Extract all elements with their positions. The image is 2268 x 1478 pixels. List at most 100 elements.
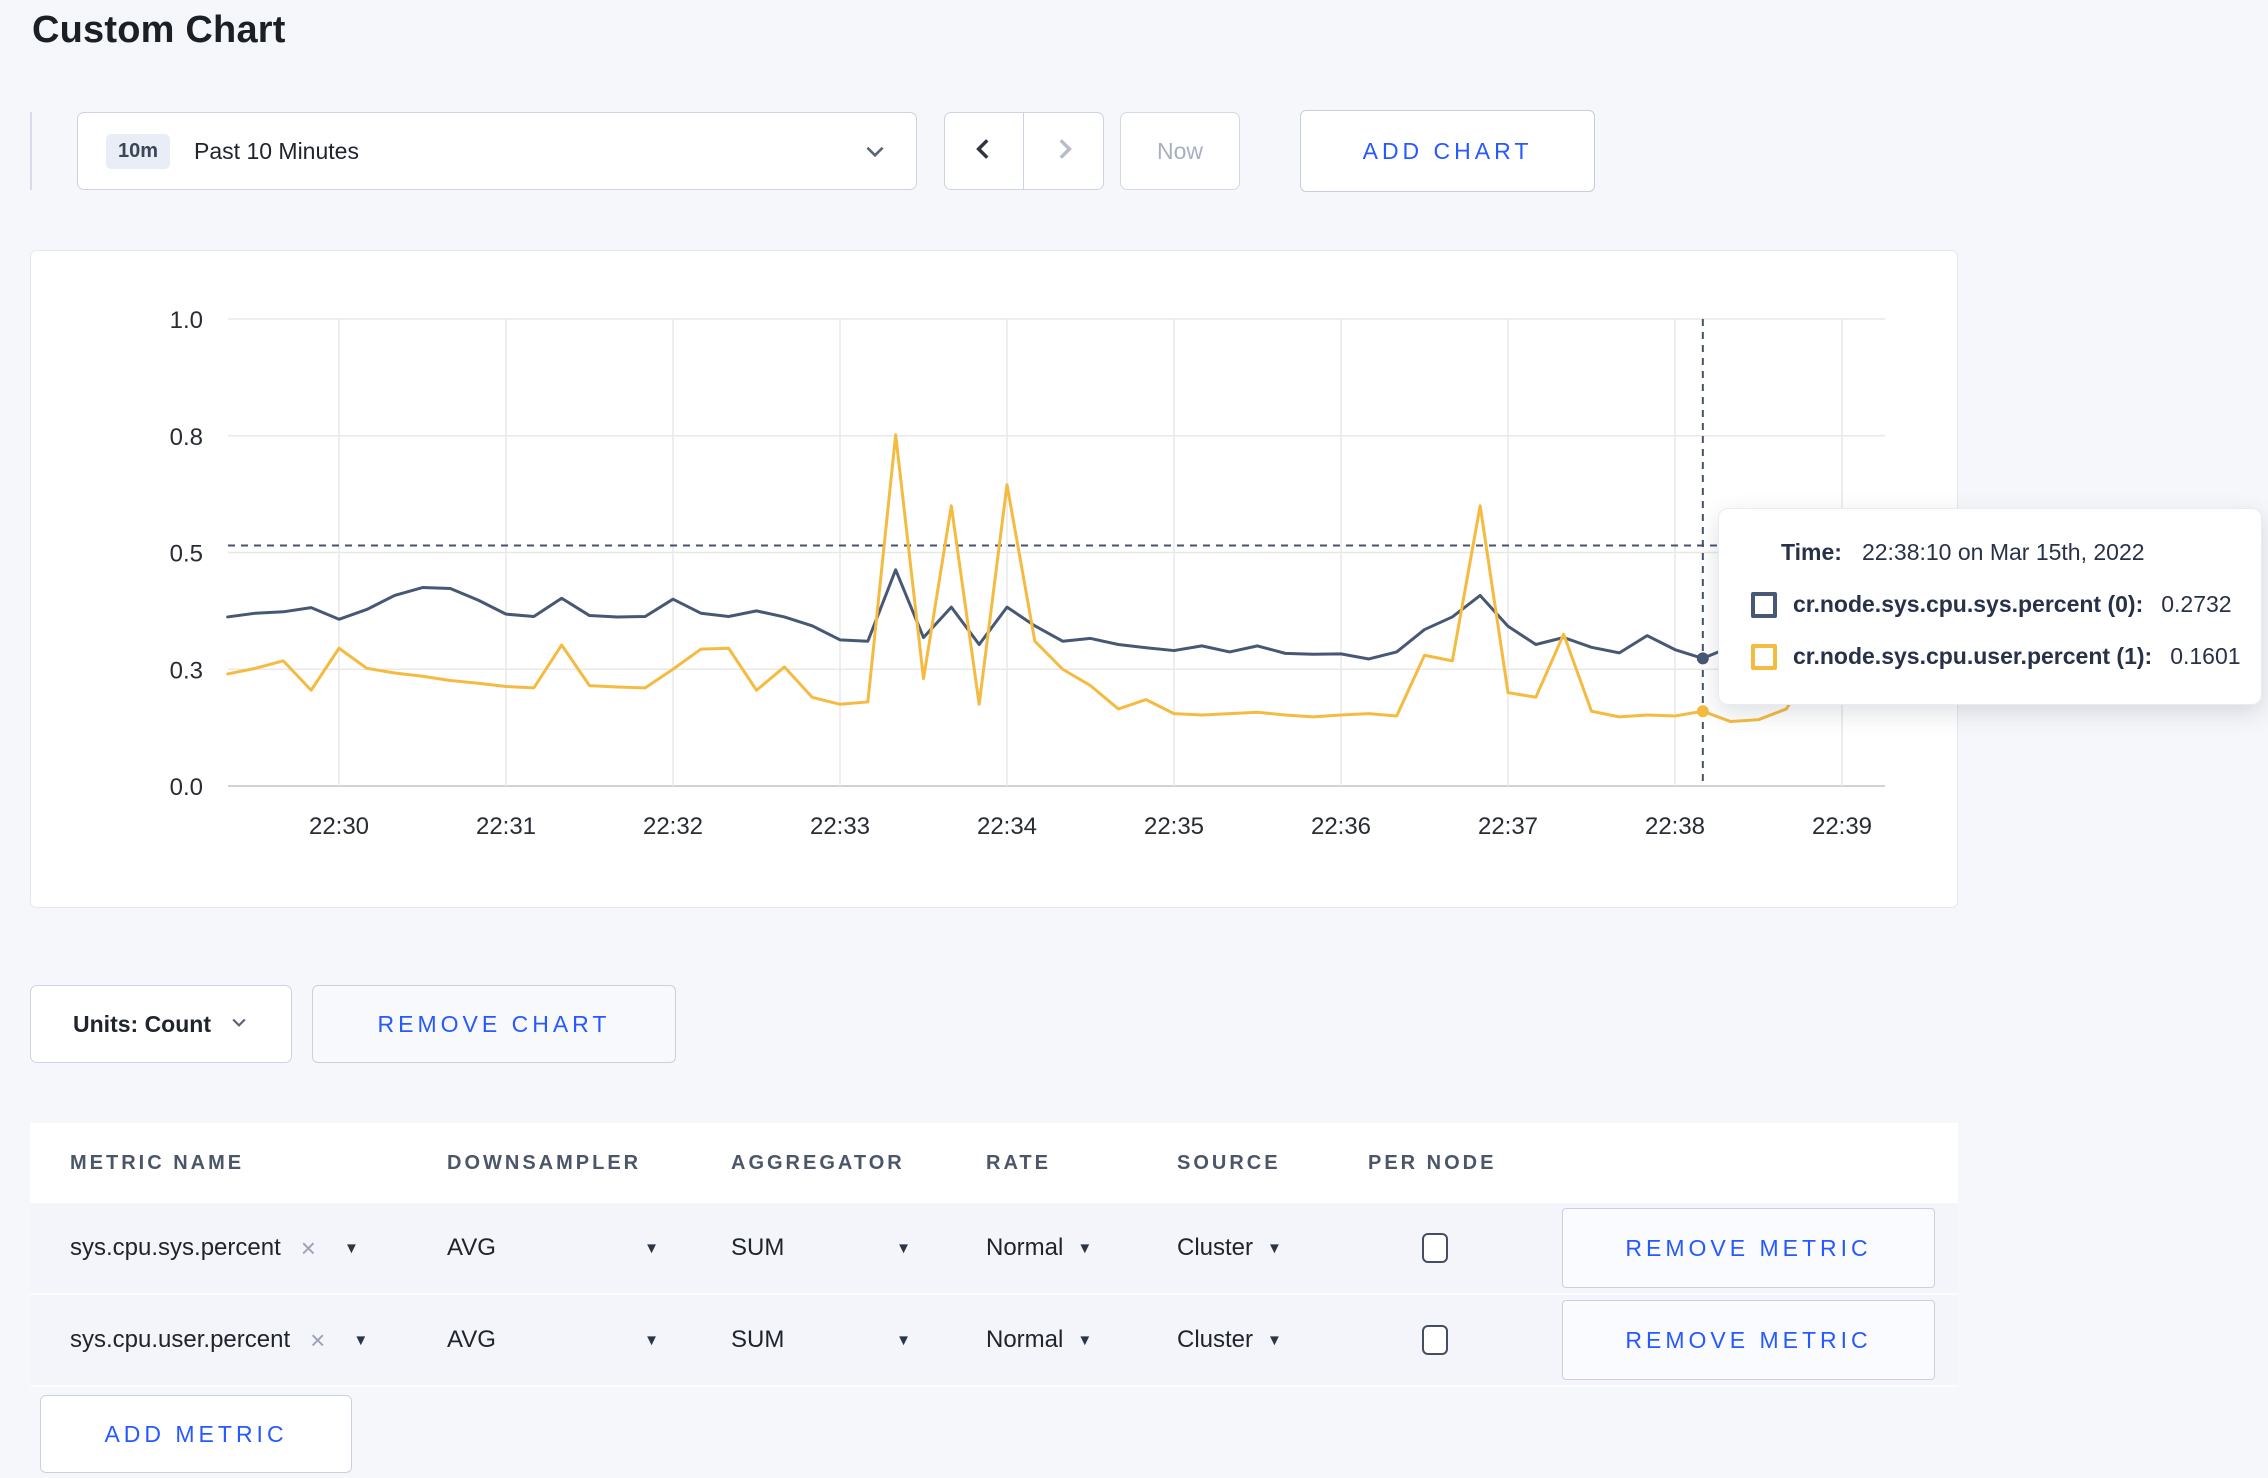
aggregator-select[interactable]: SUM ▼: [731, 1326, 911, 1354]
time-nav-group: [944, 112, 1104, 190]
metric-row: sys.cpu.sys.percent × ▼ AVG ▼ SUM ▼ Norm…: [30, 1203, 1958, 1295]
aggregator-value: SUM: [731, 1326, 785, 1353]
svg-text:22:38: 22:38: [1645, 813, 1705, 840]
svg-text:22:32: 22:32: [643, 813, 703, 840]
svg-text:22:31: 22:31: [476, 813, 536, 840]
caret-down-icon: ▼: [896, 1331, 911, 1349]
toolbar-divider: [30, 112, 32, 190]
tooltip-series-name: cr.node.sys.cpu.sys.percent (0):: [1793, 591, 2144, 617]
tooltip-series-value: 0.1601: [2170, 643, 2241, 669]
tooltip-time-label: Time:: [1781, 539, 1842, 565]
source-value: Cluster: [1177, 1234, 1254, 1261]
rate-value: Normal: [986, 1234, 1064, 1261]
svg-text:22:33: 22:33: [810, 813, 870, 840]
downsampler-select[interactable]: AVG ▼: [447, 1234, 659, 1262]
tooltip-time-value: 22:38:10 on Mar 15th, 2022: [1861, 539, 2145, 565]
metrics-table: METRIC NAME DOWNSAMPLER AGGREGATOR RATE …: [30, 1123, 1958, 1473]
svg-text:22:37: 22:37: [1478, 813, 1538, 840]
svg-text:22:36: 22:36: [1311, 813, 1371, 840]
svg-text:0.3: 0.3: [170, 657, 203, 684]
remove-chart-button[interactable]: REMOVE CHART: [312, 985, 676, 1063]
col-header-aggregator: AGGREGATOR: [731, 1151, 905, 1174]
caret-down-icon: ▼: [353, 1331, 369, 1349]
caret-down-icon: ▼: [896, 1239, 911, 1257]
clear-icon[interactable]: ×: [301, 1235, 316, 1261]
metric-name-value: sys.cpu.user.percent: [70, 1326, 291, 1353]
tooltip-series-name: cr.node.sys.cpu.user.percent (1):: [1793, 643, 2153, 669]
rate-select[interactable]: Normal ▼: [986, 1326, 1177, 1354]
caret-down-icon: ▼: [1267, 1331, 1282, 1349]
chart-tooltip: Time: 22:38:10 on Mar 15th, 2022 cr.node…: [1718, 508, 2262, 705]
timeseries-chart[interactable]: 0.0 0.3 0.5 0.8 1.0 22:30 22:31 22:32 22:33 22:34…: [31, 251, 1956, 906]
caret-down-icon: ▼: [644, 1239, 659, 1257]
add-chart-button[interactable]: ADD CHART: [1300, 110, 1595, 192]
custom-chart-page: Custom Chart 10m Past 10 Minutes Now ADD…: [0, 0, 2268, 1478]
tooltip-series-row: cr.node.sys.cpu.user.percent (1): 0.1601: [1751, 643, 2241, 670]
tooltip-series-value: 0.2732: [2161, 591, 2232, 617]
downsampler-value: AVG: [447, 1326, 496, 1353]
chart-card: 0.0 0.3 0.5 0.8 1.0 22:30 22:31 22:32 22:33 22:34…: [30, 250, 1958, 908]
now-button-label: Now: [1156, 137, 1203, 164]
svg-text:22:39: 22:39: [1812, 813, 1872, 840]
svg-text:0.5: 0.5: [170, 541, 203, 568]
col-header-downsampler: DOWNSAMPLER: [447, 1151, 642, 1174]
remove-metric-button[interactable]: REMOVE METRIC: [1562, 1300, 1935, 1380]
tooltip-series-swatch: [1751, 591, 1777, 618]
caret-down-icon: ▼: [1267, 1239, 1282, 1257]
time-next-button[interactable]: [1024, 112, 1104, 190]
tooltip-time-row: Time: 22:38:10 on Mar 15th, 2022: [1751, 539, 2231, 566]
units-dropdown[interactable]: Units: Count: [30, 985, 292, 1063]
metric-row: sys.cpu.user.percent × ▼ AVG ▼ SUM ▼ Nor…: [30, 1295, 1958, 1387]
time-range-dropdown[interactable]: 10m Past 10 Minutes: [77, 112, 917, 190]
chevron-down-icon: [862, 138, 888, 164]
per-node-checkbox[interactable]: [1422, 1325, 1448, 1355]
col-header-per-node: PER NODE: [1368, 1151, 1497, 1174]
svg-text:0.0: 0.0: [170, 774, 203, 801]
caret-down-icon: ▼: [1077, 1331, 1093, 1349]
downsampler-select[interactable]: AVG ▼: [447, 1326, 659, 1354]
metric-name-select[interactable]: sys.cpu.sys.percent × ▼: [70, 1234, 447, 1262]
add-metric-label: ADD METRIC: [104, 1420, 288, 1447]
caret-down-icon: ▼: [1077, 1239, 1093, 1257]
svg-text:22:35: 22:35: [1144, 813, 1204, 840]
time-prev-button[interactable]: [944, 112, 1024, 190]
col-header-rate: RATE: [986, 1151, 1051, 1174]
svg-text:22:30: 22:30: [309, 813, 369, 840]
tooltip-series-row: cr.node.sys.cpu.sys.percent (0): 0.2732: [1751, 591, 2232, 618]
per-node-checkbox[interactable]: [1422, 1233, 1448, 1263]
rate-select[interactable]: Normal ▼: [986, 1234, 1177, 1262]
metric-name-value: sys.cpu.sys.percent: [70, 1234, 281, 1261]
now-button[interactable]: Now: [1120, 112, 1240, 190]
svg-text:22:34: 22:34: [977, 813, 1037, 840]
time-range-badge: 10m: [106, 133, 171, 169]
units-dropdown-label: Units: Count: [73, 1010, 211, 1037]
remove-metric-label: REMOVE METRIC: [1625, 1326, 1872, 1353]
chevron-right-icon: [1051, 134, 1077, 169]
chevron-down-icon: [229, 1012, 249, 1037]
caret-down-icon: ▼: [343, 1239, 359, 1257]
caret-down-icon: ▼: [644, 1331, 659, 1349]
col-header-source: SOURCE: [1177, 1151, 1281, 1174]
add-chart-label: ADD CHART: [1362, 137, 1533, 164]
source-select[interactable]: Cluster ▼: [1177, 1326, 1368, 1354]
add-metric-button[interactable]: ADD METRIC: [40, 1395, 352, 1473]
metrics-table-header: METRIC NAME DOWNSAMPLER AGGREGATOR RATE …: [30, 1123, 1958, 1203]
rate-value: Normal: [986, 1326, 1064, 1353]
aggregator-value: SUM: [731, 1234, 785, 1261]
remove-metric-label: REMOVE METRIC: [1625, 1234, 1872, 1261]
svg-text:0.8: 0.8: [170, 424, 203, 451]
aggregator-select[interactable]: SUM ▼: [731, 1234, 911, 1262]
page-title: Custom Chart: [32, 9, 286, 51]
remove-metric-button[interactable]: REMOVE METRIC: [1562, 1208, 1935, 1288]
downsampler-value: AVG: [447, 1234, 496, 1261]
remove-chart-label: REMOVE CHART: [377, 1010, 611, 1037]
chevron-left-icon: [971, 134, 997, 169]
svg-text:1.0: 1.0: [170, 307, 203, 334]
time-range-label: Past 10 Minutes: [194, 137, 359, 164]
source-value: Cluster: [1177, 1326, 1254, 1353]
tooltip-series-swatch: [1751, 643, 1777, 670]
col-header-metric-name: METRIC NAME: [70, 1151, 245, 1174]
metric-name-select[interactable]: sys.cpu.user.percent × ▼: [70, 1326, 447, 1354]
clear-icon[interactable]: ×: [310, 1327, 325, 1353]
source-select[interactable]: Cluster ▼: [1177, 1234, 1368, 1262]
